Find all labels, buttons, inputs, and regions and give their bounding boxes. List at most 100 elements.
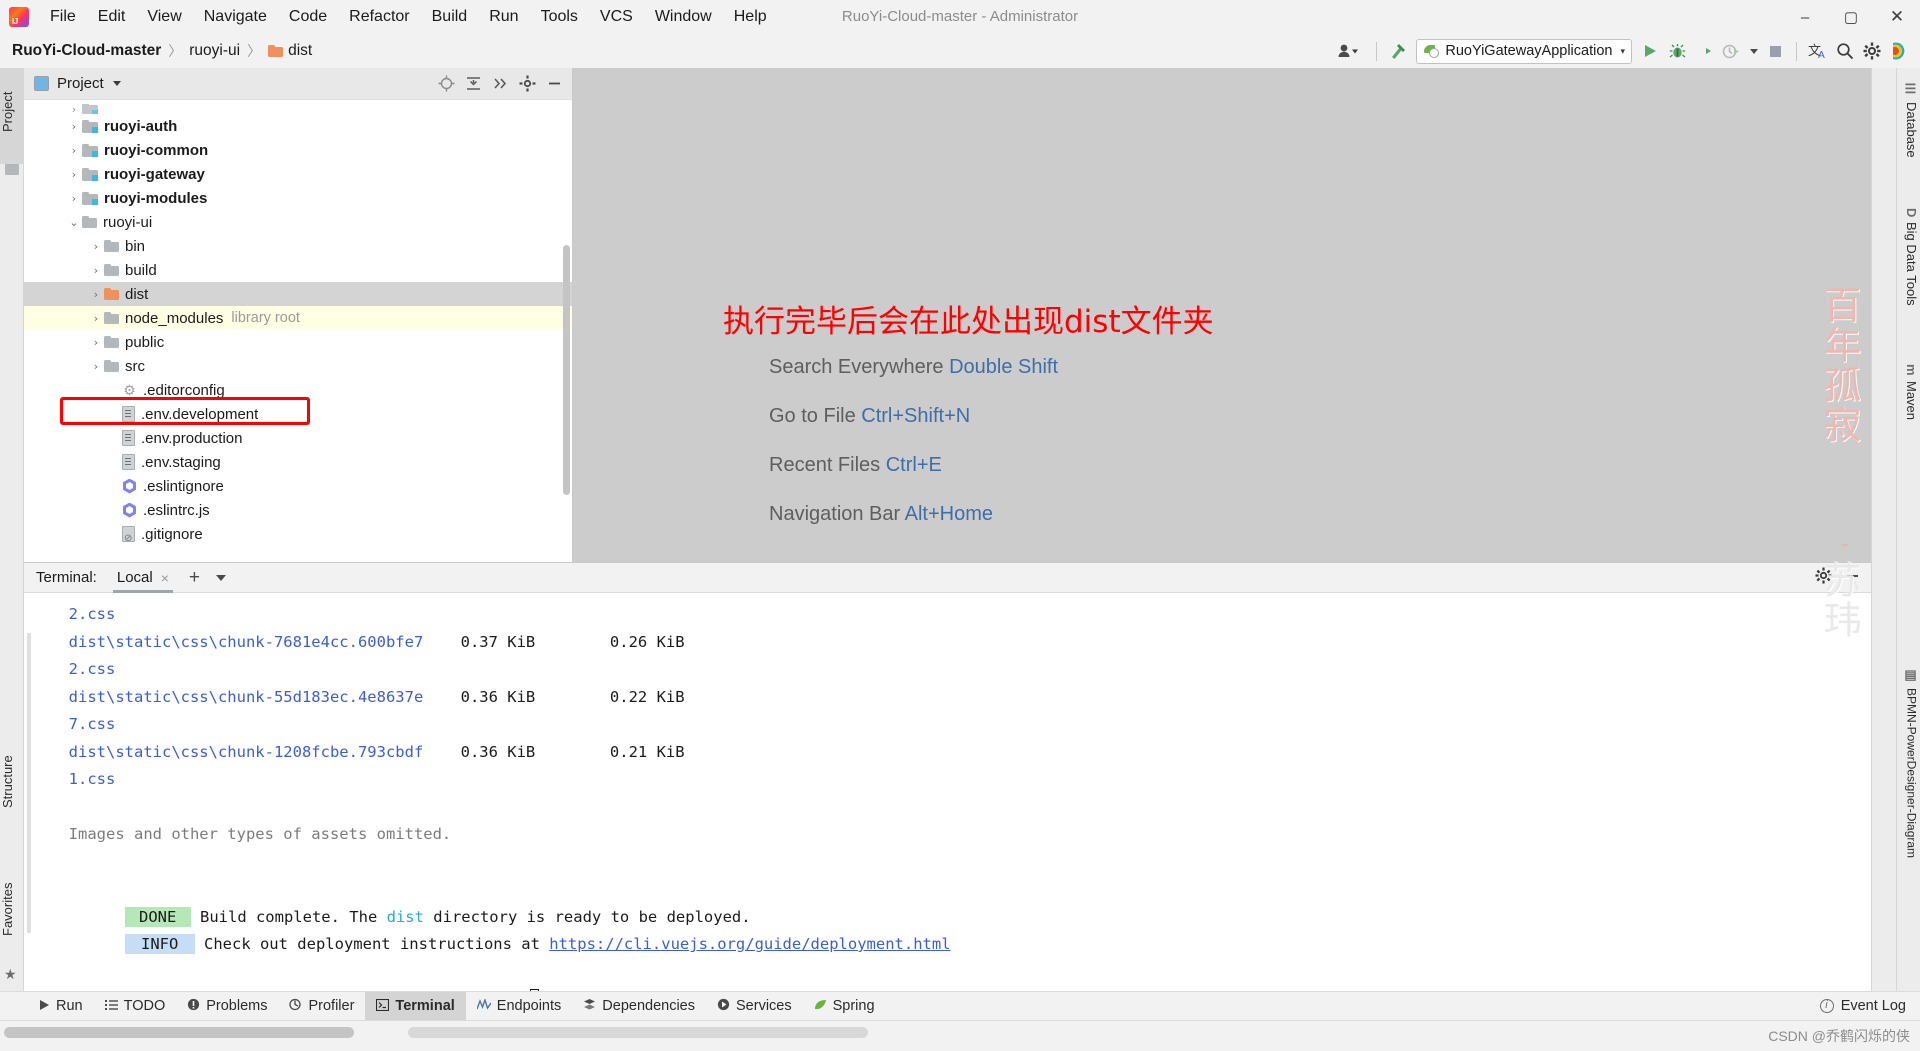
- menu-navigate[interactable]: Navigate: [193, 0, 278, 34]
- feature-icon[interactable]: [1885, 38, 1912, 65]
- main-menu[interactable]: File Edit View Navigate Code Refactor Bu…: [39, 0, 778, 34]
- tree-row-env-staging[interactable]: .env.staging: [24, 450, 572, 474]
- sidebar-item-maven[interactable]: m Maven: [1904, 364, 1919, 450]
- translate-icon[interactable]: 文 A: [1804, 38, 1831, 65]
- chevron-right-icon[interactable]: ›: [88, 336, 104, 349]
- tree-row-build[interactable]: › build: [24, 258, 572, 282]
- add-terminal-button[interactable]: +: [189, 567, 200, 589]
- tab-terminal[interactable]: Terminal: [365, 991, 466, 1021]
- deployment-docs-link[interactable]: https://cli.vuejs.org/guide/deployment.h…: [549, 935, 950, 953]
- chevron-down-icon[interactable]: [216, 574, 227, 581]
- horizontal-scrollbar-right[interactable]: [408, 1027, 868, 1038]
- menu-edit[interactable]: Edit: [87, 0, 137, 34]
- close-button[interactable]: ✕: [1874, 0, 1920, 34]
- breadcrumb-folder[interactable]: dist: [288, 42, 312, 60]
- tree-row-env-development[interactable]: .env.development: [24, 402, 572, 426]
- search-icon[interactable]: [1831, 38, 1858, 65]
- sidebar-item-favorites[interactable]: Favorites: [0, 858, 24, 968]
- settings-icon[interactable]: [1858, 38, 1885, 65]
- terminal-output[interactable]: 2.css dist\static\css\chunk-7681e4cc.600…: [24, 593, 1871, 1001]
- chevron-down-icon[interactable]: ▾: [1620, 46, 1625, 57]
- profiler-icon[interactable]: [1718, 38, 1745, 65]
- tree-row-env-production[interactable]: .env.production: [24, 426, 572, 450]
- close-icon[interactable]: ×: [161, 570, 169, 586]
- tree-row-partial[interactable]: ›: [24, 104, 572, 114]
- debug-icon[interactable]: [1664, 38, 1691, 65]
- expand-icon[interactable]: [488, 72, 512, 96]
- chevron-right-icon[interactable]: ›: [66, 192, 82, 205]
- tree-row-ruoyi-common[interactable]: › ruoyi-common: [24, 138, 572, 162]
- tab-services[interactable]: Services: [706, 992, 803, 1021]
- tree-row-ruoyi-ui[interactable]: ⌄ ruoyi-ui: [24, 210, 572, 234]
- run-configuration-selector[interactable]: RuoYiGatewayApplication ▾: [1416, 38, 1632, 64]
- terminal-scrollbar[interactable]: [27, 633, 31, 933]
- menu-build[interactable]: Build: [421, 0, 479, 34]
- stop-icon[interactable]: [1762, 38, 1789, 65]
- tree-row-eslintignore[interactable]: .eslintignore: [24, 474, 572, 498]
- terminal-tab-local[interactable]: Local ×: [112, 563, 173, 593]
- chevron-right-icon[interactable]: ›: [66, 144, 82, 157]
- chevron-down-icon[interactable]: [112, 81, 121, 86]
- tab-endpoints[interactable]: Endpoints: [466, 992, 573, 1021]
- tree-row-ruoyi-gateway[interactable]: › ruoyi-gateway: [24, 162, 572, 186]
- tree-row-bin[interactable]: › bin: [24, 234, 572, 258]
- hide-icon[interactable]: [542, 72, 566, 96]
- project-tree-scrollbar[interactable]: [563, 245, 570, 495]
- chevron-right-icon[interactable]: ›: [88, 240, 104, 253]
- tree-row-editorconfig[interactable]: ⚙ .editorconfig: [24, 378, 572, 402]
- sidebar-item-database[interactable]: ☰ Database: [1904, 82, 1919, 186]
- tree-row-eslintrc[interactable]: .eslintrc.js: [24, 498, 572, 522]
- horizontal-scrollbar-left[interactable]: [4, 1027, 354, 1038]
- window-controls[interactable]: – ▢ ✕: [1782, 0, 1920, 34]
- tab-todo[interactable]: TODO: [94, 992, 177, 1021]
- chevron-right-icon[interactable]: ›: [66, 168, 82, 181]
- build-hammer-icon[interactable]: [1384, 38, 1411, 65]
- menu-run[interactable]: Run: [478, 0, 529, 34]
- tab-problems[interactable]: Problems: [176, 992, 278, 1021]
- breadcrumb[interactable]: RuoYi-Cloud-master 〉 ruoyi-ui 〉 dist: [12, 41, 312, 61]
- menu-code[interactable]: Code: [278, 0, 338, 34]
- menu-help[interactable]: Help: [723, 0, 778, 34]
- menu-vcs[interactable]: VCS: [589, 0, 644, 34]
- tree-row-node-modules[interactable]: › node_modules library root: [24, 306, 572, 330]
- tree-row-gitignore[interactable]: .gitignore: [24, 522, 572, 546]
- settings-icon[interactable]: [515, 72, 539, 96]
- sidebar-item-big-data-tools[interactable]: D Big Data Tools: [1904, 208, 1919, 346]
- chevron-right-icon[interactable]: ›: [88, 288, 104, 301]
- tree-row-ruoyi-modules[interactable]: › ruoyi-modules: [24, 186, 572, 210]
- chevron-right-icon[interactable]: ›: [88, 360, 104, 373]
- coverage-icon[interactable]: [1691, 38, 1718, 65]
- profiler-dropdown-icon[interactable]: [1745, 38, 1762, 65]
- tree-row-dist[interactable]: › dist: [24, 282, 572, 306]
- tab-run[interactable]: Run: [28, 992, 94, 1021]
- menu-file[interactable]: File: [39, 0, 87, 34]
- chevron-right-icon[interactable]: ›: [88, 312, 104, 325]
- menu-refactor[interactable]: Refactor: [338, 0, 420, 34]
- menu-tools[interactable]: Tools: [530, 0, 589, 34]
- chevron-down-icon[interactable]: ⌄: [66, 216, 82, 229]
- chevron-right-icon[interactable]: ›: [66, 104, 82, 114]
- event-log-label[interactable]: Event Log: [1841, 998, 1906, 1014]
- tree-row-ruoyi-auth[interactable]: › ruoyi-auth: [24, 114, 572, 138]
- locate-icon[interactable]: [434, 72, 458, 96]
- collapse-all-icon[interactable]: [461, 72, 485, 96]
- breadcrumb-module[interactable]: ruoyi-ui: [189, 42, 240, 60]
- sidebar-item-structure[interactable]: Structure: [0, 732, 24, 840]
- maximize-button[interactable]: ▢: [1828, 0, 1874, 34]
- tab-dependencies[interactable]: Dependencies: [572, 992, 706, 1021]
- tab-spring[interactable]: Spring: [803, 992, 886, 1021]
- sidebar-item-project[interactable]: Project: [0, 68, 24, 164]
- user-icon[interactable]: [1327, 38, 1369, 65]
- tree-row-src[interactable]: › src: [24, 354, 572, 378]
- menu-view[interactable]: View: [136, 0, 192, 34]
- sidebar-item-bpmn-diagram[interactable]: ▤ BPMN-PowerDesigner-Diagram: [1904, 668, 1919, 888]
- chevron-right-icon[interactable]: ›: [66, 120, 82, 133]
- minimize-button[interactable]: –: [1782, 0, 1828, 34]
- menu-window[interactable]: Window: [644, 0, 723, 34]
- chevron-right-icon[interactable]: ›: [88, 264, 104, 277]
- tab-profiler[interactable]: Profiler: [278, 992, 365, 1021]
- project-tree[interactable]: › › ruoyi-auth › ruoyi-common › ruoyi-ga…: [24, 100, 572, 562]
- run-icon[interactable]: [1637, 38, 1664, 65]
- breadcrumb-project[interactable]: RuoYi-Cloud-master: [12, 42, 161, 60]
- tree-row-public[interactable]: › public: [24, 330, 572, 354]
